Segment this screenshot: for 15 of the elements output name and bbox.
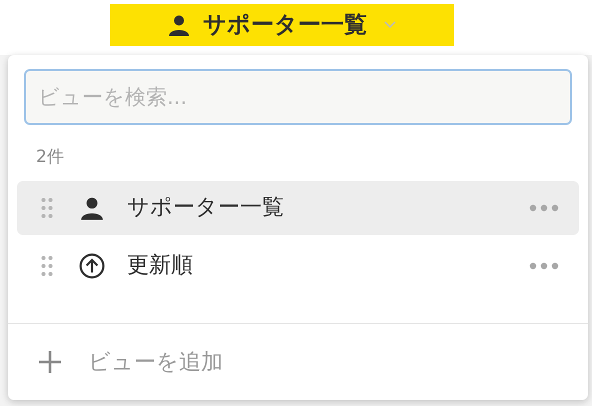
person-icon — [167, 13, 191, 37]
view-item[interactable]: サポーター一覧 — [17, 180, 579, 234]
chevron-down-icon — [383, 20, 397, 30]
more-icon[interactable] — [529, 262, 559, 270]
arrow-up-circle-icon — [79, 252, 105, 278]
drag-handle-icon[interactable] — [41, 254, 53, 276]
drag-handle-icon[interactable] — [41, 196, 53, 218]
person-icon — [79, 194, 105, 220]
search-field[interactable]: ビューを検索... — [24, 69, 572, 125]
view-name: サポーター一覧 — [127, 194, 284, 222]
more-icon[interactable] — [529, 204, 559, 212]
plus-icon — [38, 350, 62, 374]
view-count: 2件 — [36, 146, 64, 169]
view-selector-button[interactable]: サポーター一覧 — [110, 4, 454, 46]
view-name: 更新順 — [127, 252, 193, 280]
